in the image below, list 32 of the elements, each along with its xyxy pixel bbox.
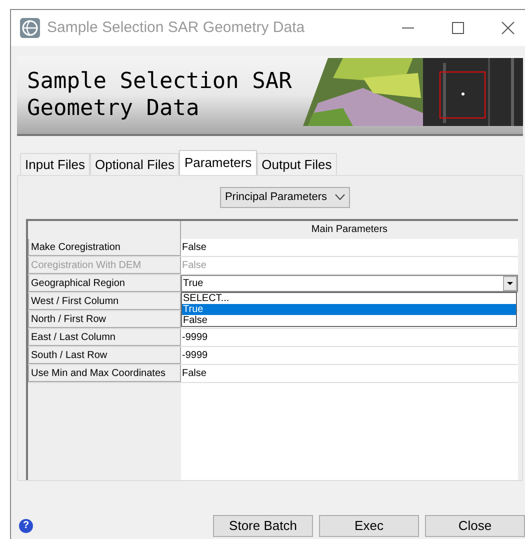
parameter-label: North / First Row	[28, 310, 181, 328]
value-cell[interactable]: False	[181, 240, 206, 255]
help-button[interactable]: ?	[19, 519, 33, 533]
app-icon	[19, 17, 41, 39]
tab[interactable]: Optional Files	[90, 153, 180, 175]
dropdown-option[interactable]: SELECT...	[182, 292, 516, 304]
column-header: Main Parameters	[181, 220, 518, 239]
parameter-label: Geographical Region	[28, 274, 181, 292]
value-cell[interactable]: -9999	[181, 348, 208, 363]
dropdown-option[interactable]: False	[182, 314, 516, 326]
chevron-icon	[335, 194, 346, 200]
tab[interactable]: Parameters	[179, 150, 257, 175]
tab[interactable]: Output Files	[256, 153, 337, 175]
parameter-label: West / First Column	[28, 292, 181, 310]
action-button[interactable]: Close	[425, 515, 525, 537]
tab[interactable]: Input Files	[20, 153, 90, 175]
maximize-icon[interactable]	[451, 21, 465, 35]
parameter-label: Make Coregistration	[28, 238, 181, 256]
value-cell[interactable]: -9999	[181, 330, 208, 345]
value-cell[interactable]: False	[181, 366, 206, 381]
parameter-label: South / Last Row	[28, 346, 181, 364]
value-dropdown[interactable]: True	[181, 274, 518, 292]
parameter-label: Use Min and Max Coordinates	[28, 364, 181, 382]
dropdown-option[interactable]: True	[182, 304, 516, 315]
close-icon[interactable]	[501, 21, 515, 35]
action-button[interactable]: Store Batch	[213, 515, 313, 537]
section-dropdown[interactable]: Principal Parameters	[220, 187, 350, 208]
banner-title: Sample Selection SAR Geometry Data	[26, 68, 293, 122]
action-button[interactable]: Exec	[319, 515, 419, 537]
window-title: Sample Selection SAR Geometry Data	[47, 18, 305, 38]
parameter-label: East / Last Column	[28, 328, 181, 346]
parameter-label: Coregistration With DEM	[28, 256, 181, 274]
